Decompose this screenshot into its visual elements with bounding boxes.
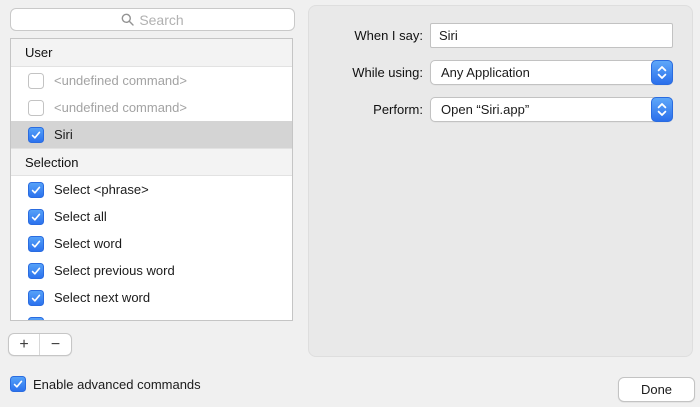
item-checkbox[interactable] bbox=[28, 235, 44, 252]
list-item-label: <undefined command> bbox=[54, 100, 187, 115]
popup-stepper-icon bbox=[651, 60, 673, 85]
item-checkbox[interactable] bbox=[28, 181, 44, 198]
section-header-selection: Selection bbox=[11, 148, 292, 176]
list-item-select-previous-word[interactable]: Select previous word bbox=[11, 257, 292, 284]
while-using-label: While using: bbox=[352, 65, 423, 80]
list-item-select-phrase[interactable]: Select <phrase> bbox=[11, 176, 292, 203]
perform-label: Perform: bbox=[373, 102, 423, 117]
list-item-siri[interactable]: Siri bbox=[11, 121, 292, 148]
add-command-button[interactable]: + bbox=[9, 334, 40, 355]
search-placeholder: Search bbox=[139, 11, 184, 28]
perform-value: Open “Siri.app” bbox=[441, 102, 530, 117]
section-header-user: User bbox=[11, 39, 292, 67]
item-checkbox[interactable] bbox=[28, 99, 44, 116]
item-checkbox[interactable] bbox=[28, 208, 44, 225]
done-button[interactable]: Done bbox=[618, 377, 695, 402]
item-checkbox[interactable] bbox=[28, 289, 44, 306]
list-item-clipped[interactable] bbox=[11, 311, 292, 320]
search-icon bbox=[121, 13, 135, 26]
list-item-label: Select next word bbox=[54, 290, 151, 305]
item-checkbox[interactable] bbox=[28, 126, 44, 143]
list-item-label: Select <phrase> bbox=[54, 182, 149, 197]
list-item-label: <undefined command> bbox=[54, 73, 187, 88]
search-input[interactable]: Search bbox=[10, 8, 295, 31]
enable-advanced-commands[interactable]: Enable advanced commands bbox=[10, 376, 201, 392]
while-using-select[interactable]: Any Application bbox=[430, 60, 673, 85]
list-item-label: Select all bbox=[54, 209, 107, 224]
list-item-undefined-2[interactable]: <undefined command> bbox=[11, 94, 292, 121]
list-item-label: Siri bbox=[54, 127, 73, 142]
item-checkbox[interactable] bbox=[28, 262, 44, 279]
item-checkbox[interactable] bbox=[28, 72, 44, 89]
list-item-select-all[interactable]: Select all bbox=[11, 203, 292, 230]
command-list: User <undefined command> <undefined comm… bbox=[10, 38, 293, 321]
list-item-select-word[interactable]: Select word bbox=[11, 230, 292, 257]
item-checkbox[interactable] bbox=[28, 316, 44, 320]
list-item-undefined-1[interactable]: <undefined command> bbox=[11, 67, 292, 94]
advanced-checkbox-label: Enable advanced commands bbox=[33, 376, 201, 392]
when-i-say-input[interactable] bbox=[430, 23, 673, 48]
list-item-label: Select word bbox=[54, 236, 122, 251]
list-item-label: Select previous word bbox=[54, 263, 175, 278]
popup-stepper-icon bbox=[651, 97, 673, 122]
command-detail-panel bbox=[308, 5, 693, 357]
when-i-say-label: When I say: bbox=[354, 28, 423, 43]
list-item-select-next-word[interactable]: Select next word bbox=[11, 284, 292, 311]
advanced-checkbox[interactable] bbox=[10, 376, 26, 392]
list-edit-segmented-control: + − bbox=[8, 333, 72, 356]
while-using-value: Any Application bbox=[441, 65, 530, 80]
remove-command-button[interactable]: − bbox=[40, 334, 71, 355]
perform-select[interactable]: Open “Siri.app” bbox=[430, 97, 673, 122]
